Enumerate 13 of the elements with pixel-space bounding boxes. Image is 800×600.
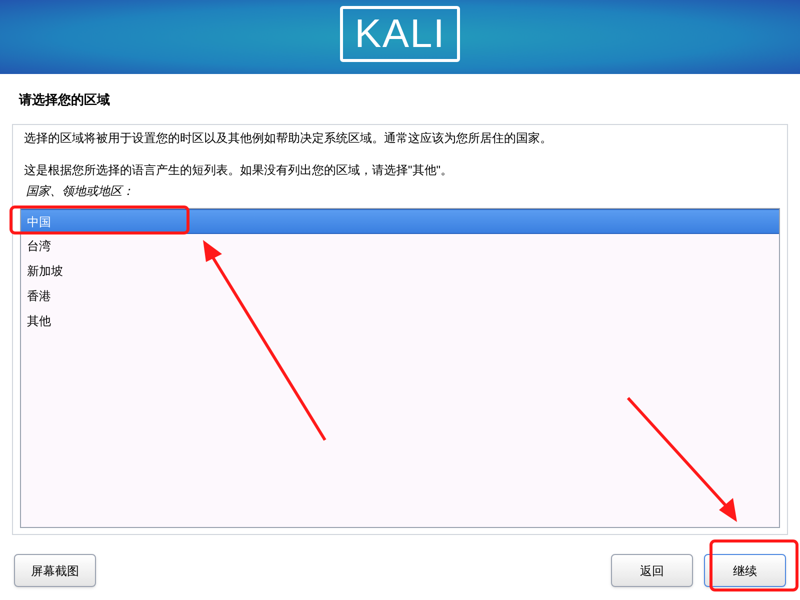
- list-item[interactable]: 新加坡: [21, 259, 779, 284]
- logo: KALI: [340, 6, 460, 62]
- action-button[interactable]: 继续: [704, 554, 786, 587]
- description-text: 选择的区域将被用于设置您的时区以及其他例如帮助决定系统区域。通常这应该为您所居住的国家。: [24, 130, 553, 147]
- country-list[interactable]: 中国 台湾 新加坡 香港 其他: [20, 208, 780, 528]
- page-title: 请选择您的区域: [18, 91, 111, 109]
- list-item[interactable]: 香港: [21, 284, 779, 309]
- list-item[interactable]: 其他: [21, 309, 779, 334]
- list-label: 国家、领地或地区：: [25, 183, 135, 200]
- list-item[interactable]: 台湾: [21, 234, 779, 259]
- description-text: 这是根据您所选择的语言产生的短列表。如果没有列出您的区域，请选择"其他"。: [24, 162, 454, 179]
- action-button[interactable]: 屏幕截图: [14, 554, 96, 587]
- action-button[interactable]: 返回: [611, 554, 693, 587]
